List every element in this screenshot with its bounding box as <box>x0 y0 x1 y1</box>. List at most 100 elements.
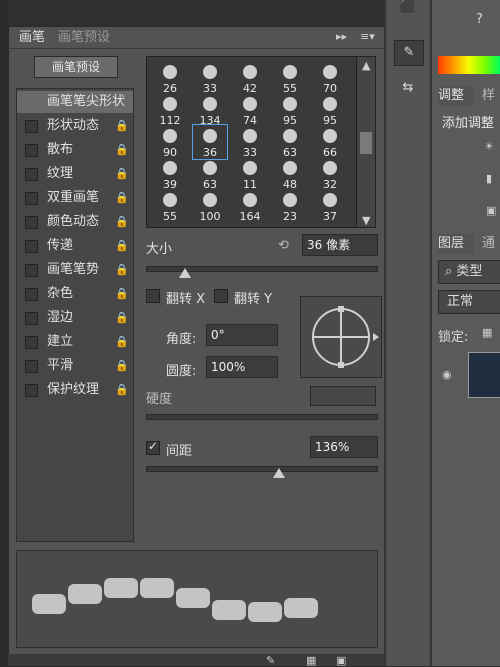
lock-icon[interactable]: 🔒 <box>115 115 129 137</box>
tab-channels[interactable]: 通 <box>482 234 495 254</box>
brush-tip-cell[interactable]: 33 <box>233 125 267 159</box>
brush-tip-cell[interactable]: 55 <box>273 61 307 95</box>
brush-tip-cell[interactable]: 164 <box>233 189 267 223</box>
brush-tip-cell[interactable]: 23 <box>273 189 307 223</box>
brush-tip-cell[interactable]: 39 <box>153 157 187 191</box>
brush-setting-item[interactable]: 形状动态 🔒 <box>17 115 133 137</box>
tab-adjust[interactable]: 调整 <box>438 86 474 106</box>
tab-brush-presets[interactable]: 画笔预设 <box>58 28 120 48</box>
layer-thumbnail[interactable] <box>468 352 500 398</box>
setting-checkbox[interactable] <box>25 192 38 205</box>
lock-icon[interactable]: 🔒 <box>115 235 129 257</box>
setting-checkbox[interactable] <box>25 240 38 253</box>
brush-tip-cell[interactable]: 63 <box>193 157 227 191</box>
setting-checkbox[interactable] <box>25 384 38 397</box>
color-spectrum[interactable] <box>438 56 500 74</box>
camera-icon[interactable]: ▣ <box>486 204 496 217</box>
tab-layers[interactable]: 图层 <box>438 234 474 254</box>
brush-setting-item[interactable]: 纹理 🔒 <box>17 163 133 185</box>
brush-tip-cell[interactable]: 74 <box>233 93 267 127</box>
lock-icon[interactable]: 🔒 <box>115 283 129 305</box>
setting-checkbox[interactable] <box>25 216 38 229</box>
brush-setting-item[interactable]: 平滑 🔒 <box>17 355 133 377</box>
eye-icon[interactable]: ◉ <box>442 368 452 381</box>
setting-checkbox[interactable] <box>25 144 38 157</box>
brush-tip-cell[interactable]: 36 <box>192 124 228 160</box>
brush-tip-cell[interactable]: 63 <box>273 125 307 159</box>
flip-x-checkbox[interactable] <box>146 289 160 303</box>
blend-mode-dropdown[interactable]: 正常 <box>438 290 500 314</box>
brush-tip-cell[interactable]: 134 <box>193 93 227 127</box>
lock-icon[interactable]: 🔒 <box>115 139 129 161</box>
lock-icon[interactable]: 🔒 <box>115 307 129 329</box>
brush-tip-cell[interactable]: 66 <box>313 125 347 159</box>
brush-toggle-icon[interactable]: ✎ <box>266 654 275 667</box>
brush-setting-item[interactable]: 建立 🔒 <box>17 331 133 353</box>
brush-tip-cell[interactable]: 55 <box>153 189 187 223</box>
angle-roundness-preview[interactable] <box>300 296 382 378</box>
lock-transparency-icon[interactable]: ▦ <box>482 326 492 339</box>
collapse-icon[interactable]: ▸▸ <box>336 30 347 43</box>
brush-tip-cell[interactable]: 42 <box>233 61 267 95</box>
flip-y-checkbox[interactable] <box>214 289 228 303</box>
brush-tip-cell[interactable]: 33 <box>193 61 227 95</box>
spacing-field[interactable]: 136% <box>310 436 378 458</box>
brush-tip-cell[interactable]: 32 <box>313 157 347 191</box>
setting-checkbox[interactable] <box>25 336 38 349</box>
layer-filter-dropdown[interactable]: ⌕ 类型 <box>438 260 500 284</box>
setting-checkbox[interactable] <box>25 168 38 181</box>
brush-setting-item[interactable]: 双重画笔 🔒 <box>17 187 133 209</box>
setting-checkbox[interactable] <box>25 288 38 301</box>
brush-tool-icon[interactable]: ✎ <box>394 40 424 66</box>
tab-brush[interactable]: 画笔 <box>12 28 52 48</box>
setting-checkbox[interactable] <box>25 120 38 133</box>
setting-checkbox[interactable] <box>25 264 38 277</box>
setting-checkbox[interactable] <box>25 312 38 325</box>
adjust-icon[interactable]: ⇆ <box>394 76 422 100</box>
levels-icon[interactable]: ▮ <box>486 172 492 185</box>
brush-setting-item[interactable]: 画笔笔尖形状 <box>17 91 133 113</box>
lock-icon[interactable]: 🔒 <box>115 331 129 353</box>
brush-setting-item[interactable]: 颜色动态 🔒 <box>17 211 133 233</box>
scroll-up-icon[interactable]: ▲ <box>362 59 370 72</box>
brush-tip-cell[interactable]: 48 <box>273 157 307 191</box>
brush-tip-cell[interactable]: 95 <box>273 93 307 127</box>
grid-icon[interactable]: ▦ <box>306 654 316 667</box>
lock-icon[interactable]: 🔒 <box>115 211 129 233</box>
brush-grid-scroll-thumb[interactable] <box>360 132 372 154</box>
setting-checkbox[interactable] <box>25 360 38 373</box>
brush-tip-grid[interactable]: 26 33 42 55 70 112 134 74 95 95 90 36 33 63 66 39 63 11 48… <box>146 56 358 228</box>
brush-presets-button[interactable]: 画笔预设 <box>34 56 118 78</box>
brush-tip-cell[interactable]: 26 <box>153 61 187 95</box>
lock-icon[interactable]: 🔒 <box>115 163 129 185</box>
brush-tip-cell[interactable]: 70 <box>313 61 347 95</box>
brush-tip-cell[interactable]: 90 <box>153 125 187 159</box>
scroll-down-icon[interactable]: ▼ <box>362 214 370 227</box>
brush-tip-cell[interactable]: 112 <box>153 93 187 127</box>
brush-setting-item[interactable]: 杂色 🔒 <box>17 283 133 305</box>
brush-tip-cell[interactable]: 100 <box>193 189 227 223</box>
cube-icon[interactable]: ⬛ <box>396 0 420 18</box>
panel-menu-icon[interactable]: ≡▾ <box>360 30 375 43</box>
brush-setting-item[interactable]: 保护纹理 🔒 <box>17 379 133 401</box>
brush-setting-item[interactable]: 散布 🔒 <box>17 139 133 161</box>
brightness-icon[interactable]: ☀ <box>484 140 494 153</box>
brush-setting-item[interactable]: 传递 🔒 <box>17 235 133 257</box>
reset-size-icon[interactable]: ⟲ <box>278 238 289 253</box>
lock-icon[interactable]: 🔒 <box>115 187 129 209</box>
brush-tip-cell[interactable]: 95 <box>313 93 347 127</box>
brush-tip-cell[interactable]: 37 <box>313 189 347 223</box>
lock-icon[interactable]: 🔒 <box>115 259 129 281</box>
roundness-field[interactable]: 100% <box>206 356 278 378</box>
size-field[interactable]: 36 像素 <box>302 234 378 256</box>
hardness-slider-track[interactable] <box>146 414 378 420</box>
spacing-slider-thumb[interactable] <box>273 468 285 478</box>
spacing-checkbox[interactable] <box>146 439 160 455</box>
hardness-field[interactable] <box>310 386 376 406</box>
new-brush-icon[interactable]: ▣ <box>336 654 346 667</box>
lock-icon[interactable]: 🔒 <box>115 379 129 401</box>
lock-icon[interactable]: 🔒 <box>115 355 129 377</box>
spacing-slider-track[interactable] <box>146 466 378 472</box>
size-slider-thumb[interactable] <box>179 268 191 278</box>
help-icon[interactable]: ? <box>476 12 483 27</box>
